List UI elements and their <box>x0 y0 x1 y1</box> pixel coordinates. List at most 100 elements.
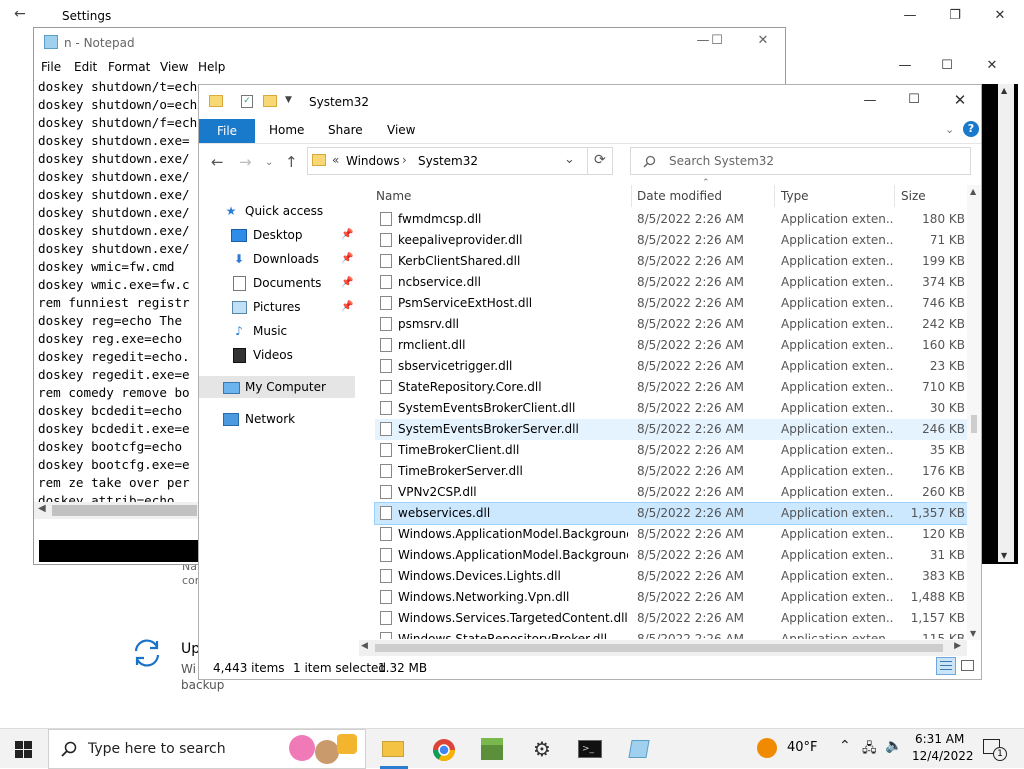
file-type: Application exten... <box>781 296 893 310</box>
network-status-icon[interactable]: 🖧 <box>862 739 877 761</box>
file-row[interactable]: psmsrv.dll 8/5/2022 2:26 AM Application ex… <box>375 314 967 335</box>
file-type: Application exten... <box>781 254 893 268</box>
notepad-line: doskey shutdown/f=echo <box>38 115 203 130</box>
file-size: 1,357 KB <box>910 506 965 520</box>
command-prompt-icon[interactable]: >_ <box>578 738 602 760</box>
file-list-vertical-scrollbar[interactable]: ▲ ▼ <box>967 185 981 640</box>
file-date: 8/5/2022 2:26 AM <box>637 464 745 478</box>
settings-gear-icon[interactable]: ⚙ <box>530 738 554 760</box>
dll-file-icon <box>380 590 392 604</box>
file-date: 8/5/2022 2:26 AM <box>637 317 745 331</box>
file-size: 1,157 KB <box>910 611 965 625</box>
file-explorer-taskbar-icon[interactable] <box>382 738 406 760</box>
notepad-line: doskey shutdown/t=echo <box>38 79 203 94</box>
menu-format[interactable]: Format <box>108 60 150 74</box>
file-date: 8/5/2022 2:26 AM <box>637 485 745 499</box>
taskbar-search-box[interactable]: Type here to search <box>48 729 366 769</box>
file-name: SystemEventsBrokerServer.dll <box>398 422 579 436</box>
menu-file[interactable]: File <box>41 60 61 74</box>
file-date: 8/5/2022 2:26 AM <box>637 443 745 457</box>
weather-sun-icon[interactable] <box>757 738 777 758</box>
console-close-button[interactable]: ✕ <box>977 58 1007 73</box>
notepad-line: doskey shutdown.exe/ <box>38 241 190 256</box>
file-row[interactable]: SystemEventsBrokerClient.dll 8/5/2022 2:2… <box>375 398 967 419</box>
file-row[interactable]: Windows.Services.TargetedContent.dll 8/5/… <box>375 608 967 629</box>
file-row[interactable]: TimeBrokerServer.dll 8/5/2022 2:26 AM Appl… <box>375 461 967 482</box>
dll-file-icon <box>380 485 392 499</box>
minecraft-icon[interactable] <box>481 738 505 760</box>
file-row[interactable]: keepaliveprovider.dll 8/5/2022 2:26 AM App… <box>375 230 967 251</box>
file-row[interactable]: Windows.ApplicationModel.Background.... 8… <box>375 524 967 545</box>
file-row[interactable]: webservices.dll 8/5/2022 2:26 AM Applicati… <box>374 502 967 525</box>
file-row[interactable]: PsmServiceExtHost.dll 8/5/2022 2:26 AM App… <box>375 293 967 314</box>
file-row[interactable]: TimeBrokerClient.dll 8/5/2022 2:26 AM Appl… <box>375 440 967 461</box>
file-name: Windows.ApplicationModel.Background.... <box>398 548 628 562</box>
file-name: SystemEventsBrokerClient.dll <box>398 401 576 415</box>
menu-edit[interactable]: Edit <box>74 60 97 74</box>
file-row[interactable]: StateRepository.Core.dll 8/5/2022 2:26 AM… <box>375 377 967 398</box>
sync-icon <box>134 639 160 667</box>
file-date: 8/5/2022 2:26 AM <box>637 359 745 373</box>
file-type: Application exten... <box>781 569 893 583</box>
settings-title: Settings <box>62 9 112 23</box>
file-row[interactable]: ncbservice.dll 8/5/2022 2:26 AM Applicatio… <box>375 272 967 293</box>
clock-date[interactable]: 12/4/2022 <box>912 749 974 763</box>
notepad-horizontal-scrollbar[interactable]: ◀ <box>34 502 199 519</box>
details-view-icon[interactable] <box>936 657 956 675</box>
windows-start-icon[interactable] <box>15 741 32 758</box>
large-icons-view-icon[interactable] <box>961 660 974 671</box>
menu-help[interactable]: Help <box>198 60 225 74</box>
back-arrow-icon[interactable]: ← <box>14 6 26 22</box>
weather-temperature[interactable]: 40°F <box>787 740 818 755</box>
notepad-maximize-button[interactable]: ☐ <box>702 33 732 48</box>
notepad-titlebar: n - Notepad — ☐ ✕ <box>34 28 785 58</box>
file-list-horizontal-scrollbar[interactable]: ◀ ▶ <box>359 640 967 656</box>
dll-file-icon <box>380 443 392 457</box>
file-size: 746 KB <box>922 296 965 310</box>
file-row[interactable]: Windows.Devices.Lights.dll 8/5/2022 2:26 … <box>375 566 967 587</box>
file-row[interactable]: SystemEventsBrokerServer.dll 8/5/2022 2:2… <box>375 419 967 440</box>
menu-view[interactable]: View <box>160 60 188 74</box>
notepad-line: rem ze take over per <box>38 475 190 490</box>
file-row[interactable]: VPNv2CSP.dll 8/5/2022 2:26 AM Application … <box>375 482 967 503</box>
dll-file-icon <box>380 275 392 289</box>
notepad-line: doskey shutdown.exe/ <box>38 223 190 238</box>
dll-file-icon <box>380 611 392 625</box>
notepad-icon <box>44 35 58 49</box>
file-row[interactable]: Windows.ApplicationModel.Background.... 8… <box>375 545 967 566</box>
file-row[interactable]: Windows.StateRepositoryBroker.dll 8/5/202… <box>375 629 967 639</box>
volume-icon[interactable]: 🔈 <box>885 738 902 754</box>
console-scrollbar[interactable]: ▲ ▼ <box>998 84 1014 562</box>
file-row[interactable]: Windows.Networking.Vpn.dll 8/5/2022 2:26 … <box>375 587 967 608</box>
settings-minimize-button[interactable]: — <box>895 8 925 23</box>
show-hidden-icons-icon[interactable]: ⌃ <box>839 738 851 754</box>
settings-close-button[interactable]: ✕ <box>985 8 1015 23</box>
search-highlight-icon[interactable] <box>289 735 315 761</box>
file-name: KerbClientShared.dll <box>398 254 521 268</box>
clock-time[interactable]: 6:31 AM <box>915 732 964 746</box>
file-name: TimeBrokerServer.dll <box>398 464 523 478</box>
file-name: PsmServiceExtHost.dll <box>398 296 533 310</box>
dll-file-icon <box>380 422 392 436</box>
console-minimize-button[interactable]: — <box>890 58 920 73</box>
file-name: keepaliveprovider.dll <box>398 233 523 247</box>
file-row[interactable]: rmclient.dll 8/5/2022 2:26 AM Application … <box>375 335 967 356</box>
console-maximize-button[interactable]: ☐ <box>932 58 962 73</box>
file-type: Application exten... <box>781 212 893 226</box>
notepad-text-area[interactable]: doskey shutdown/t=echo doskey shutdown/o=… <box>38 78 203 533</box>
file-row[interactable]: fwmdmcsp.dll 8/5/2022 2:26 AM Application … <box>375 209 967 230</box>
chrome-icon[interactable] <box>432 738 456 761</box>
file-row[interactable]: sbservicetrigger.dll 8/5/2022 2:26 AM Appl… <box>375 356 967 377</box>
notepad-close-button[interactable]: ✕ <box>748 33 778 48</box>
settings-maximize-button[interactable]: ❐ <box>940 8 970 23</box>
notepad-line: doskey shutdown.exe/ <box>38 151 190 166</box>
notepad-taskbar-icon[interactable] <box>627 738 651 760</box>
file-name: psmsrv.dll <box>398 317 460 331</box>
file-size: 71 KB <box>929 233 965 247</box>
file-row[interactable]: KerbClientShared.dll 8/5/2022 2:26 AM Appl… <box>375 251 967 272</box>
file-type: Application exten... <box>781 611 893 625</box>
settings-fragment-2: cor <box>182 574 200 587</box>
dll-file-icon <box>380 317 392 331</box>
dll-file-icon <box>380 233 392 247</box>
taskbar-search-input[interactable]: Type here to search <box>88 741 226 757</box>
